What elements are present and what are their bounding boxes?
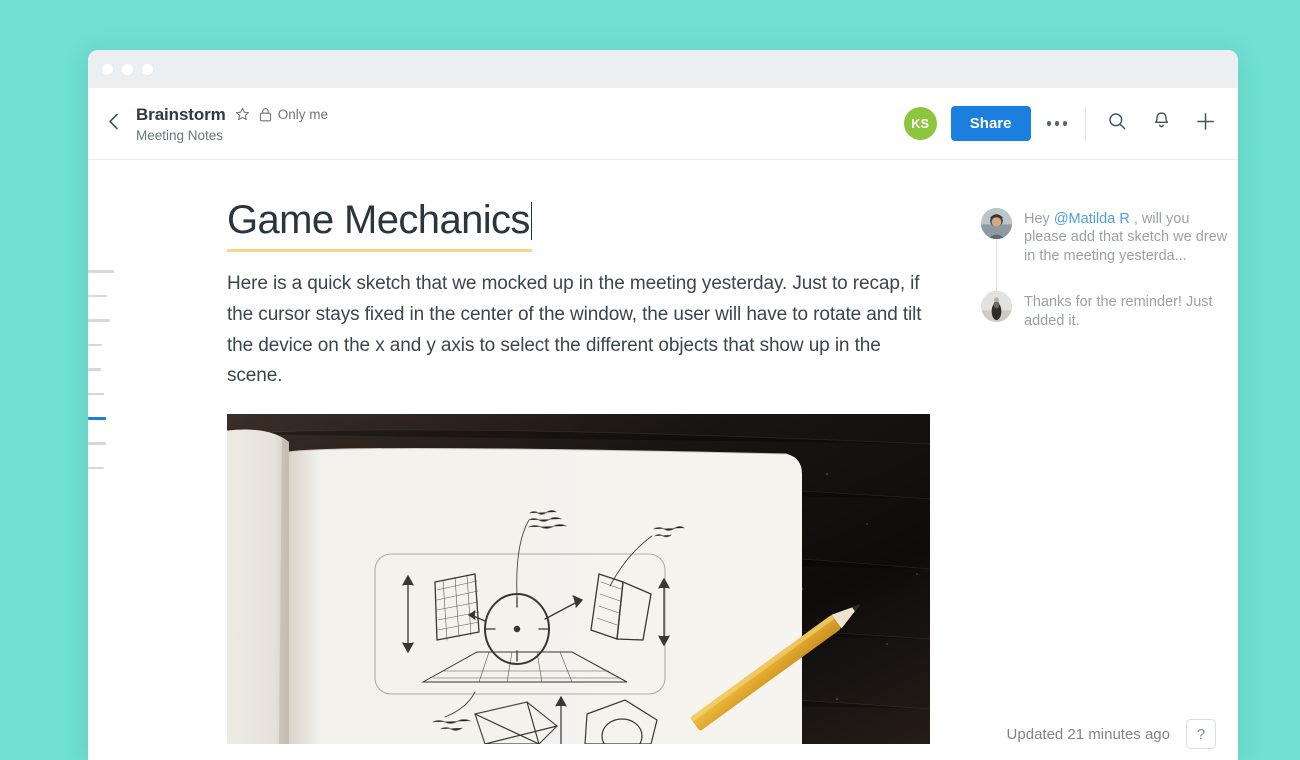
mention-link[interactable]: @Matilda R [1054, 211, 1130, 227]
comment-text: Thanks for the reminder! Just added it. [1024, 294, 1213, 329]
comments-panel: Hey @Matilda R , will you please add tha… [981, 208, 1231, 356]
outline-tick[interactable] [88, 368, 101, 371]
outline-tick[interactable] [88, 319, 110, 322]
maximize-window-button[interactable] [142, 63, 153, 75]
app-header: Brainstorm Only me Meeting Notes KS Shar… [88, 88, 1238, 160]
ellipsis-icon [1054, 121, 1059, 126]
comment-item[interactable]: Thanks for the reminder! Just added it. [981, 291, 1231, 330]
search-button[interactable] [1102, 109, 1132, 139]
avatar[interactable] [981, 208, 1012, 239]
updated-timestamp: Updated 21 minutes ago [1006, 725, 1170, 743]
plus-icon [1195, 111, 1216, 137]
document-paragraph[interactable]: Here is a quick sketch that we mocked up… [227, 269, 927, 392]
back-button[interactable] [98, 109, 128, 139]
sketch-photo-image [227, 414, 930, 745]
header-actions: KS Share [903, 106, 1220, 141]
comment-text-before: Hey [1024, 211, 1054, 227]
footer-status-bar: Updated 21 minutes ago ? [1007, 719, 1216, 749]
document-heading[interactable]: Game Mechanics [227, 198, 533, 252]
share-button[interactable]: Share [950, 106, 1031, 141]
avatar[interactable] [981, 291, 1012, 323]
star-icon[interactable] [235, 107, 250, 122]
outline-tick[interactable] [88, 294, 107, 297]
comment-item[interactable]: Hey @Matilda R , will you please add tha… [981, 208, 1231, 265]
outline-tick[interactable] [88, 466, 104, 469]
content-area: Game Mechanics Here is a quick sketch th… [88, 160, 1238, 759]
document-outline-minimap[interactable] [88, 270, 128, 491]
user-photo-avatar [981, 291, 1012, 323]
notifications-button[interactable] [1146, 109, 1176, 139]
toolbar-divider [1085, 106, 1086, 141]
bell-icon [1152, 111, 1171, 136]
outline-tick[interactable] [88, 270, 114, 273]
page-title[interactable]: Brainstorm [136, 105, 226, 125]
search-icon [1107, 111, 1127, 136]
breadcrumb[interactable]: Meeting Notes [136, 128, 328, 143]
privacy-label: Only me [277, 107, 328, 122]
document-heading-text: Game Mechanics [227, 198, 530, 242]
app-window: Brainstorm Only me Meeting Notes KS Shar… [88, 50, 1238, 760]
add-button[interactable] [1190, 109, 1220, 139]
sketch-photo[interactable] [227, 414, 930, 745]
chevron-left-icon [108, 113, 119, 135]
minimize-window-button[interactable] [122, 63, 133, 75]
user-photo-avatar [981, 208, 1012, 239]
lock-icon[interactable] [259, 107, 272, 122]
avatar[interactable]: KS [903, 107, 937, 140]
comment-text: Hey @Matilda R , will you please add tha… [1024, 208, 1231, 265]
title-block: Brainstorm Only me Meeting Notes [136, 105, 328, 143]
help-button[interactable]: ? [1186, 719, 1216, 749]
outline-tick[interactable] [88, 392, 104, 395]
close-window-button[interactable] [102, 63, 113, 75]
more-options-button[interactable] [1045, 115, 1070, 132]
text-cursor [530, 202, 533, 240]
outline-tick[interactable] [88, 343, 102, 346]
window-titlebar [88, 50, 1238, 88]
document-body: Game Mechanics Here is a quick sketch th… [88, 160, 948, 759]
title-row: Brainstorm Only me [136, 105, 328, 125]
outline-tick[interactable] [88, 442, 106, 445]
outline-tick-active[interactable] [88, 417, 106, 420]
ellipsis-icon [1046, 121, 1051, 126]
ellipsis-icon [1062, 121, 1067, 126]
